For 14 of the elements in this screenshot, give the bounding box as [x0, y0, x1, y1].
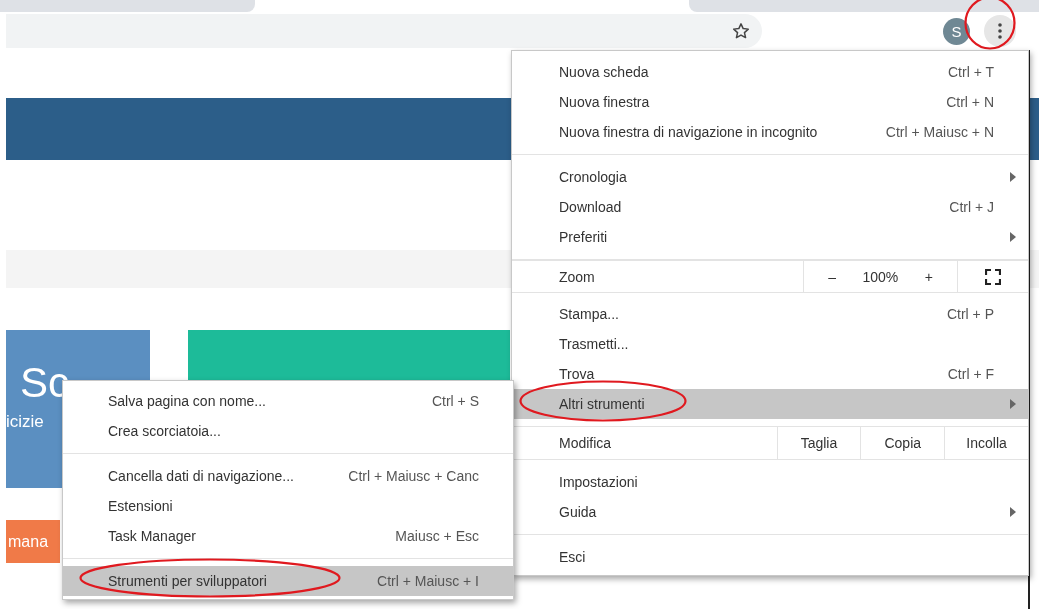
shortcut-label: Ctrl + N	[946, 94, 994, 110]
menu-label: Modifica	[558, 434, 613, 453]
shortcut-label: Ctrl + Maiusc + I	[377, 573, 479, 589]
shortcut-label: Ctrl + F	[947, 366, 994, 382]
shortcut-label: Ctrl + P	[946, 306, 994, 322]
zoom-level: 100%	[862, 268, 899, 285]
menu-label: Zoom	[558, 267, 596, 287]
shortcut-label: Ctrl + Maiusc + N	[885, 124, 994, 140]
shortcut-label: Ctrl + J	[949, 199, 994, 215]
shortcut-label: Ctrl + S	[431, 393, 479, 409]
shortcut-label: Ctrl + T	[947, 64, 994, 80]
card-subtitle: icizie	[6, 412, 44, 432]
shortcut-label: Ctrl + Maiusc + Canc	[348, 468, 479, 484]
shortcut-label: Maiusc + Esc	[395, 528, 479, 544]
